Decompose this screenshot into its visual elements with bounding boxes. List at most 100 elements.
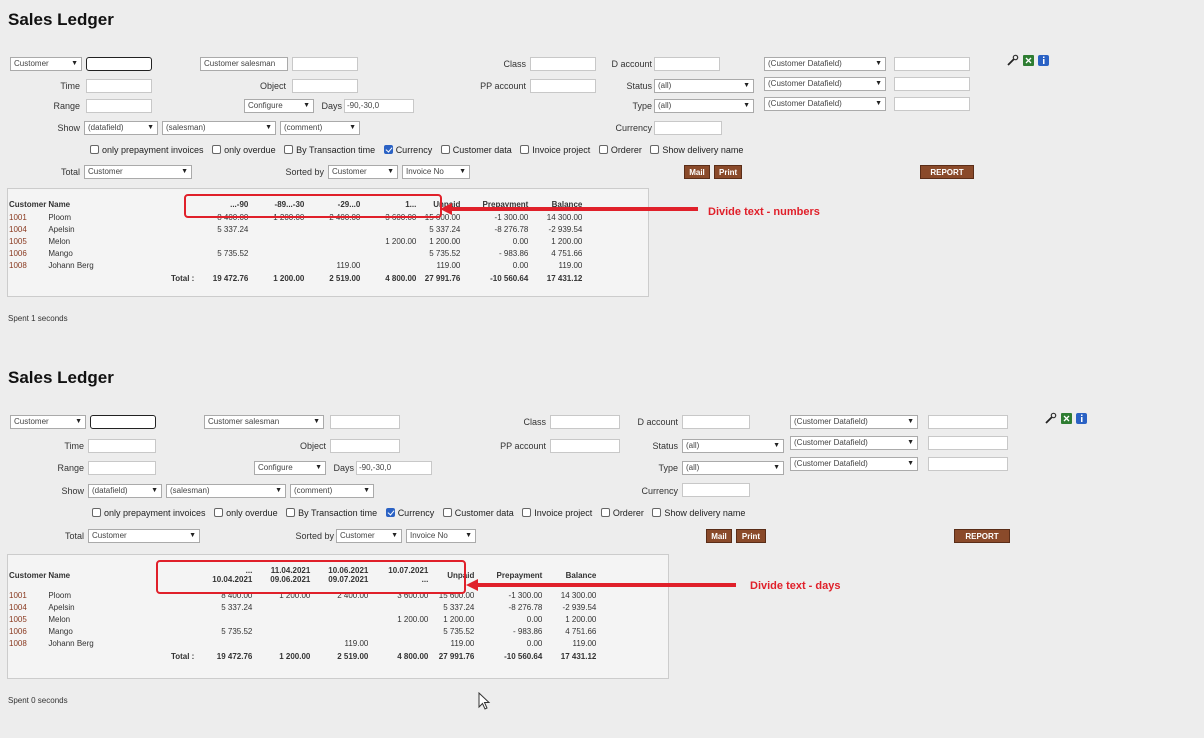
delivery-name-option[interactable]: Show delivery name xyxy=(652,508,745,518)
prepayment-checkbox[interactable] xyxy=(92,508,101,518)
currency-option[interactable]: Currency xyxy=(383,145,432,155)
currency-checkbox[interactable] xyxy=(383,145,393,155)
invoice-project-option[interactable]: Invoice project xyxy=(522,508,592,518)
overdue-checkbox[interactable] xyxy=(214,508,224,518)
datafield-select-2[interactable]: (Customer Datafield) ▼ xyxy=(790,436,918,450)
days-input[interactable]: -90,-30,0 xyxy=(356,461,432,475)
info-icon[interactable] xyxy=(1037,54,1050,67)
datafield-input-3[interactable] xyxy=(894,97,970,111)
customer-data-checkbox[interactable] xyxy=(442,508,452,518)
orderer-checkbox[interactable] xyxy=(600,508,610,518)
status-select[interactable]: (all) ▼ xyxy=(682,439,784,453)
col-customer[interactable]: Customer xyxy=(8,197,47,211)
time-input[interactable] xyxy=(88,439,156,453)
pp-account-input[interactable] xyxy=(530,79,596,93)
overdue-option[interactable]: only overdue xyxy=(212,145,276,155)
days-input[interactable]: -90,-30,0 xyxy=(344,99,414,113)
sort-select-1[interactable]: Customer ▼ xyxy=(328,165,398,179)
orderer-checkbox[interactable] xyxy=(598,145,608,155)
currency-checkbox[interactable] xyxy=(385,508,395,518)
transaction-time-checkbox[interactable] xyxy=(284,145,294,155)
show-comment-select[interactable]: (comment) ▼ xyxy=(290,484,374,498)
show-salesman-select[interactable]: (salesman) ▼ xyxy=(166,484,286,498)
status-select[interactable]: (all) ▼ xyxy=(654,79,754,93)
delivery-name-checkbox[interactable] xyxy=(652,508,662,518)
customer-code-link[interactable]: 1008 xyxy=(8,259,47,271)
info-icon[interactable] xyxy=(1075,412,1088,425)
currency-option[interactable]: Currency xyxy=(385,508,434,518)
invoice-project-checkbox[interactable] xyxy=(522,508,532,518)
wrench-icon[interactable] xyxy=(1006,54,1019,67)
col-name[interactable]: Name xyxy=(47,197,195,211)
customer-input[interactable] xyxy=(90,415,156,429)
configure-select[interactable]: Configure ▼ xyxy=(244,99,314,113)
customer-code-link[interactable]: 1001 xyxy=(8,211,47,223)
datafield-select-1[interactable]: (Customer Datafield) ▼ xyxy=(764,57,886,71)
datafield-select-3[interactable]: (Customer Datafield) ▼ xyxy=(764,97,886,111)
pp-account-input[interactable] xyxy=(550,439,620,453)
mail-button[interactable]: Mail xyxy=(684,165,710,179)
print-button[interactable]: Print xyxy=(714,165,742,179)
excel-icon[interactable] xyxy=(1022,54,1035,67)
salesman-input[interactable] xyxy=(330,415,400,429)
datafield-input-3[interactable] xyxy=(928,457,1008,471)
show-comment-select[interactable]: (comment) ▼ xyxy=(280,121,360,135)
d-account-input[interactable] xyxy=(654,57,720,71)
overdue-option[interactable]: only overdue xyxy=(214,508,278,518)
d-account-input[interactable] xyxy=(682,415,750,429)
orderer-option[interactable]: Orderer xyxy=(598,145,642,155)
transaction-time-checkbox[interactable] xyxy=(286,508,296,518)
prepayment-option[interactable]: only prepayment invoices xyxy=(92,508,206,518)
wrench-icon[interactable] xyxy=(1044,412,1057,425)
datafield-select-3[interactable]: (Customer Datafield) ▼ xyxy=(790,457,918,471)
datafield-input-1[interactable] xyxy=(928,415,1008,429)
transaction-time-option[interactable]: By Transaction time xyxy=(286,508,377,518)
type-select[interactable]: (all) ▼ xyxy=(654,99,754,113)
customer-code-link[interactable]: 1001 xyxy=(8,589,47,601)
orderer-option[interactable]: Orderer xyxy=(600,508,644,518)
prepayment-checkbox[interactable] xyxy=(90,145,99,155)
time-input[interactable] xyxy=(86,79,152,93)
customer-code-link[interactable]: 1005 xyxy=(8,613,47,625)
report-button[interactable]: REPORT xyxy=(954,529,1010,543)
customer-select[interactable]: Customer ▼ xyxy=(10,57,82,71)
customer-data-option[interactable]: Customer data xyxy=(440,145,512,155)
customer-code-link[interactable]: 1005 xyxy=(8,235,47,247)
prepayment-option[interactable]: only prepayment invoices xyxy=(90,145,204,155)
total-select[interactable]: Customer ▼ xyxy=(88,529,200,543)
customer-select[interactable]: Customer ▼ xyxy=(10,415,86,429)
sort-select-1[interactable]: Customer ▼ xyxy=(336,529,402,543)
class-input[interactable] xyxy=(530,57,596,71)
customer-data-option[interactable]: Customer data xyxy=(442,508,514,518)
show-salesman-select[interactable]: (salesman) ▼ xyxy=(162,121,276,135)
col-customer[interactable]: Customer xyxy=(8,561,47,589)
datafield-input-2[interactable] xyxy=(928,436,1008,450)
datafield-input-1[interactable] xyxy=(894,57,970,71)
customer-data-checkbox[interactable] xyxy=(440,145,450,155)
salesman-select[interactable]: Customer salesman▼ xyxy=(204,415,324,429)
customer-code-link[interactable]: 1004 xyxy=(8,223,47,235)
total-select[interactable]: Customer ▼ xyxy=(84,165,192,179)
customer-code-link[interactable]: 1004 xyxy=(8,601,47,613)
customer-code-link[interactable]: 1006 xyxy=(8,247,47,259)
salesman-select[interactable]: Customer salesman▼ xyxy=(200,57,288,71)
print-button[interactable]: Print xyxy=(736,529,766,543)
delivery-name-checkbox[interactable] xyxy=(650,145,660,155)
show-datafield-select[interactable]: (datafield) ▼ xyxy=(88,484,162,498)
invoice-project-checkbox[interactable] xyxy=(520,145,530,155)
report-button[interactable]: REPORT xyxy=(920,165,974,179)
object-input[interactable] xyxy=(330,439,400,453)
type-select[interactable]: (all) ▼ xyxy=(682,461,784,475)
object-input[interactable] xyxy=(292,79,358,93)
currency-input[interactable] xyxy=(682,483,750,497)
customer-code-link[interactable]: 1008 xyxy=(8,637,47,649)
customer-input[interactable] xyxy=(86,57,152,71)
show-datafield-select[interactable]: (datafield) ▼ xyxy=(84,121,158,135)
currency-input[interactable] xyxy=(654,121,722,135)
salesman-input[interactable] xyxy=(292,57,358,71)
delivery-name-option[interactable]: Show delivery name xyxy=(650,145,743,155)
overdue-checkbox[interactable] xyxy=(212,145,222,155)
mail-button[interactable]: Mail xyxy=(706,529,732,543)
class-input[interactable] xyxy=(550,415,620,429)
transaction-time-option[interactable]: By Transaction time xyxy=(284,145,375,155)
